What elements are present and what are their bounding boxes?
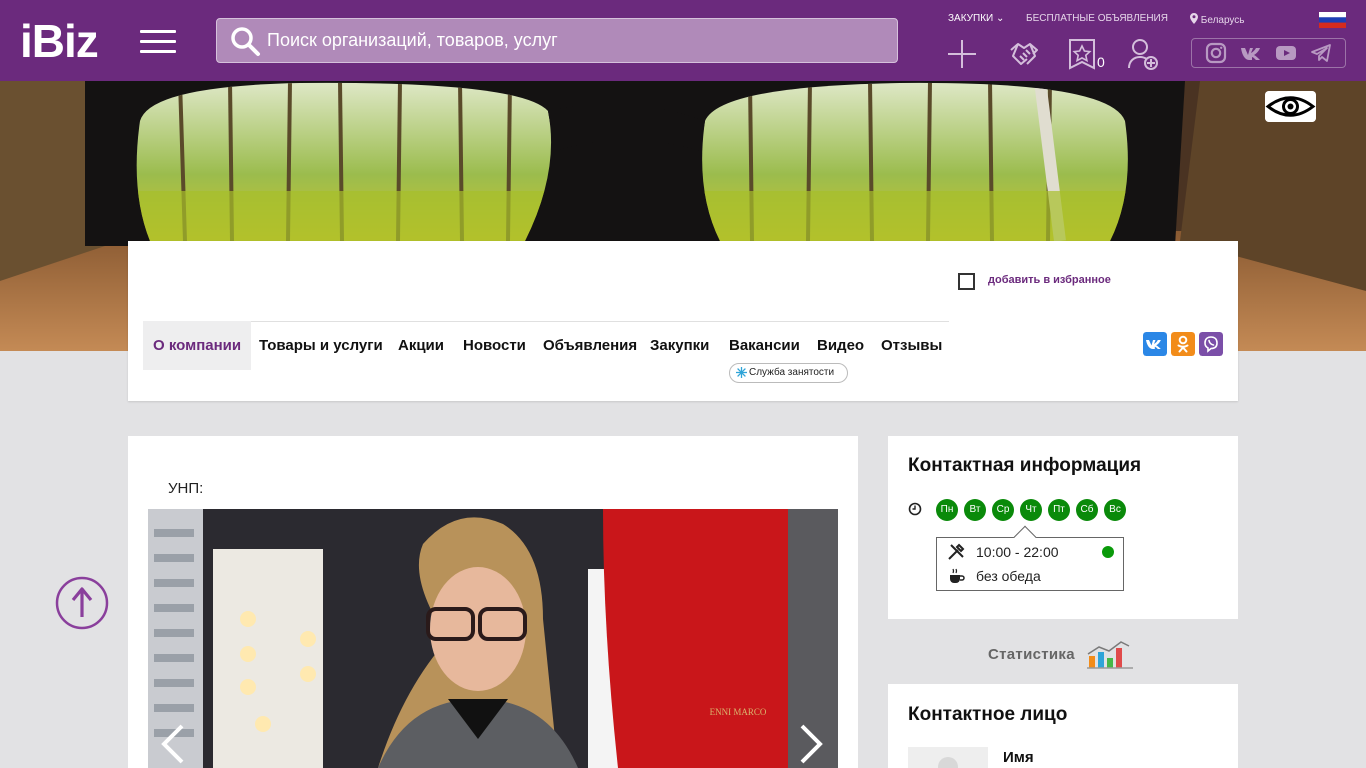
day-badge-today[interactable]: Чт	[1020, 499, 1042, 521]
social-links	[1191, 38, 1346, 68]
contact-person-title: Контактное лицо	[908, 704, 1068, 725]
slider-prev-icon[interactable]	[158, 724, 188, 764]
company-photo: ENNI MARCO	[148, 509, 838, 768]
add-icon[interactable]	[946, 38, 978, 70]
day-badge[interactable]: Вс	[1104, 499, 1126, 521]
vk-share-icon[interactable]	[1143, 332, 1167, 356]
photo-brand-text: ENNI MARCO	[710, 707, 767, 717]
coffee-cup-icon	[950, 568, 965, 583]
about-card: УНП: ENNI MARCO	[128, 436, 858, 768]
clock-icon	[908, 502, 922, 516]
hours-row: 10:00 - 22:00	[947, 543, 1059, 561]
person-name-label: Имя	[1003, 749, 1034, 766]
tab-about[interactable]: О компании	[143, 321, 252, 370]
handshake-icon[interactable]	[1008, 38, 1040, 70]
purchases-link[interactable]: ЗАКУПКИ ⌄	[948, 13, 1004, 24]
contact-person-card: Контактное лицо Имя	[888, 684, 1238, 768]
day-badge[interactable]: Вт	[964, 499, 986, 521]
employment-service-badge[interactable]: Служба занятости	[729, 363, 848, 383]
add-user-icon[interactable]	[1127, 38, 1159, 70]
company-card: добавить в избранное О компании Товары и…	[128, 241, 1238, 401]
unp-label: УНП:	[168, 480, 204, 497]
contact-info-title: Контактная информация	[908, 455, 1142, 476]
odnoklassniki-share-icon[interactable]	[1171, 332, 1195, 356]
region-selector[interactable]: Беларусь	[1190, 13, 1245, 26]
search-input[interactable]	[267, 30, 867, 51]
accessibility-eye-icon[interactable]	[1265, 91, 1316, 122]
russian-flag-icon[interactable]	[1319, 12, 1346, 28]
free-ads-link[interactable]: БЕСПЛАТНЫЕ ОБЪЯВЛЕНИЯ	[1026, 13, 1168, 24]
statistics-chart-icon	[1086, 641, 1133, 669]
tab-purchases[interactable]: Закупки	[650, 321, 709, 370]
youtube-icon[interactable]	[1275, 42, 1297, 64]
contact-info-card: Контактная информация Пн Вт Ср Чт Пт Сб …	[888, 436, 1238, 619]
top-header: iBiz ЗАКУПКИ ⌄ БЕСПЛАТНЫЕ ОБЪЯВЛЕНИЯ Бел…	[0, 0, 1366, 81]
tab-promotions[interactable]: Акции	[398, 321, 444, 370]
day-badge[interactable]: Ср	[992, 499, 1014, 521]
day-badge[interactable]: Сб	[1076, 499, 1098, 521]
vk-icon[interactable]	[1240, 42, 1262, 64]
add-to-favorites-checkbox[interactable]	[958, 273, 975, 290]
instagram-icon[interactable]	[1205, 42, 1227, 64]
favorites-count: 0	[1097, 54, 1105, 70]
tab-reviews[interactable]: Отзывы	[881, 321, 942, 370]
open-status-indicator	[1102, 546, 1114, 558]
day-badge[interactable]: Пт	[1048, 499, 1070, 521]
hours-tooltip: 10:00 - 22:00 без обеда	[936, 525, 1124, 591]
tab-ads[interactable]: Объявления	[543, 321, 637, 370]
menu-button[interactable]	[140, 30, 176, 54]
viber-share-icon[interactable]	[1199, 332, 1223, 356]
chevron-down-icon: ⌄	[995, 13, 1005, 24]
avatar	[908, 747, 988, 768]
site-logo[interactable]: iBiz	[20, 18, 99, 64]
scroll-to-top-icon[interactable]	[55, 576, 109, 630]
slider-next-icon[interactable]	[796, 724, 826, 764]
tools-icon	[948, 543, 965, 560]
search-bar[interactable]	[216, 18, 898, 63]
location-pin-icon	[1190, 13, 1198, 24]
statistics-link[interactable]: Статистика	[988, 638, 1135, 670]
tab-news[interactable]: Новости	[463, 321, 526, 370]
working-days: Пн Вт Ср Чт Пт Сб Вс	[936, 499, 1126, 521]
telegram-icon[interactable]	[1310, 42, 1332, 64]
day-badge[interactable]: Пн	[936, 499, 958, 521]
favorites-star-icon[interactable]	[1066, 38, 1098, 70]
add-to-favorites-label[interactable]: добавить в избранное	[988, 274, 1111, 286]
tab-products[interactable]: Товары и услуги	[259, 321, 383, 370]
search-icon[interactable]	[229, 25, 261, 57]
sparkle-icon	[736, 367, 747, 378]
break-row: без обеда	[947, 567, 1041, 585]
